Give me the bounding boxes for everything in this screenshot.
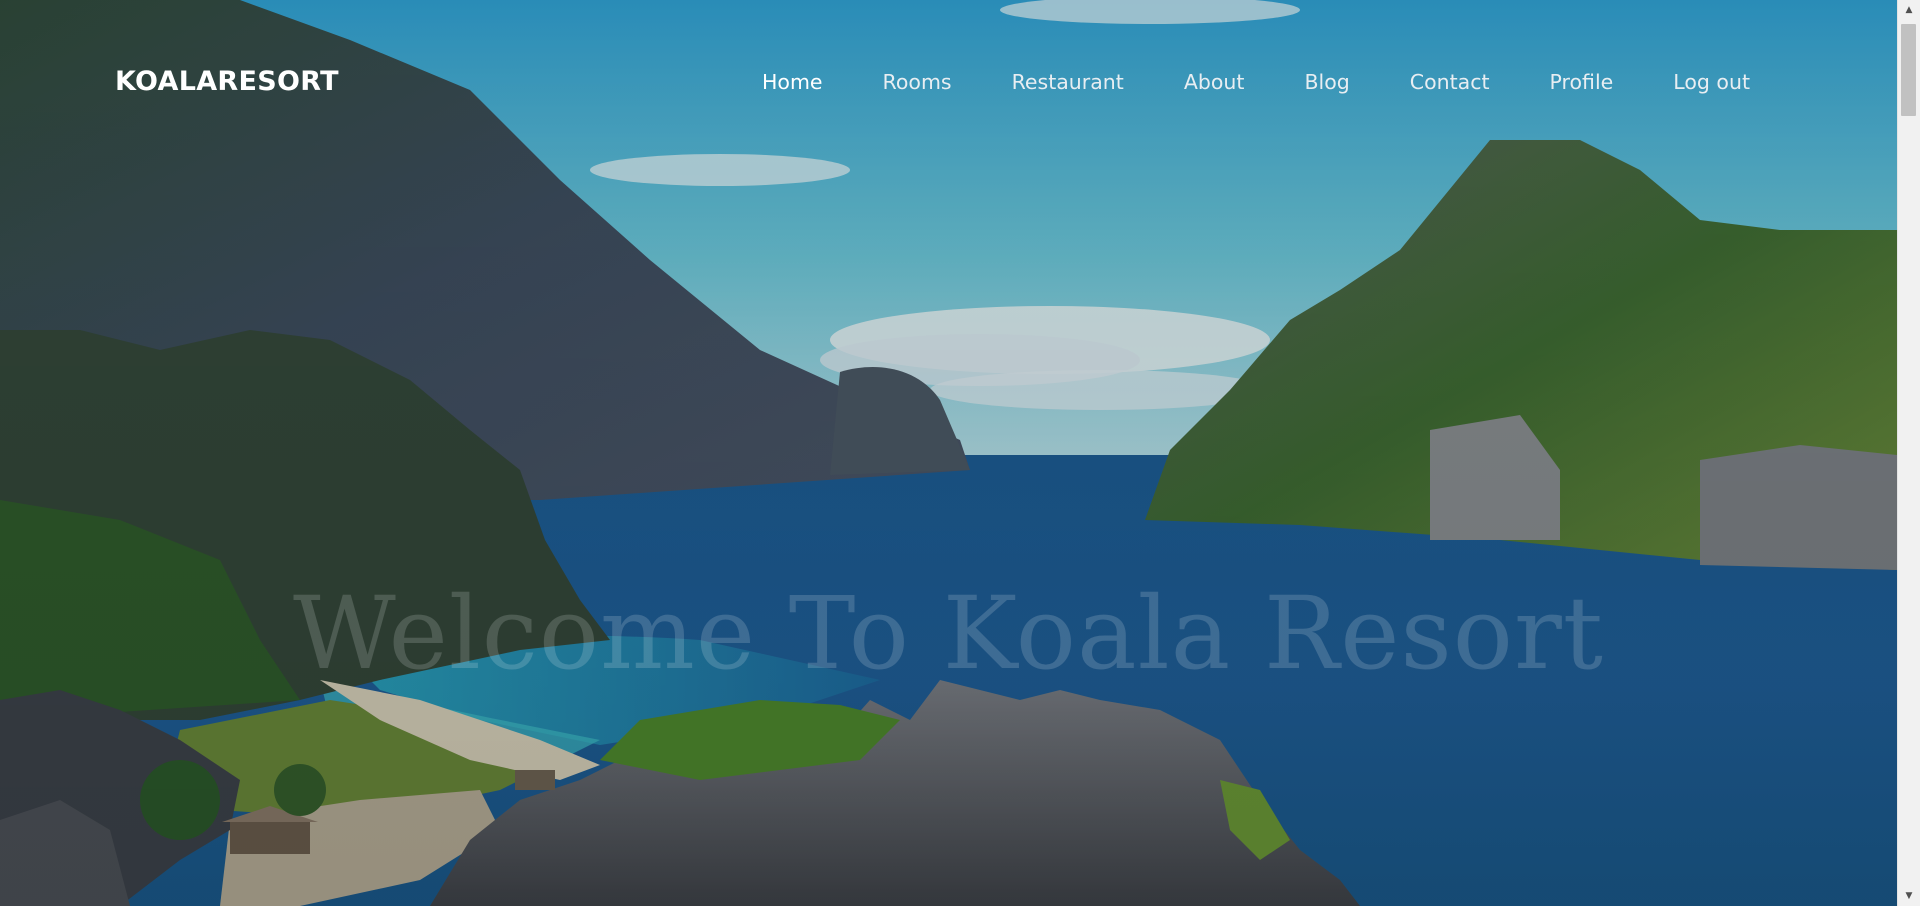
nav-item-profile[interactable]: Profile <box>1550 70 1614 94</box>
nav-item-about[interactable]: About <box>1184 70 1245 94</box>
nav-item-rooms[interactable]: Rooms <box>883 70 952 94</box>
nav-item-blog[interactable]: Blog <box>1304 70 1349 94</box>
main-nav: Home Rooms Restaurant About Blog Contact… <box>702 70 1750 94</box>
hero-title: Welcome To Koala Resort <box>293 575 1604 692</box>
triangle-down-icon: ▼ <box>1905 891 1913 901</box>
triangle-up-icon: ▲ <box>1905 5 1913 15</box>
top-navbar: KOALARESORT Home Rooms Restaurant About … <box>0 0 1897 170</box>
brand-logo[interactable]: KOALARESORT <box>115 66 339 97</box>
nav-item-contact[interactable]: Contact <box>1410 70 1490 94</box>
nav-item-restaurant[interactable]: Restaurant <box>1012 70 1124 94</box>
scroll-thumb[interactable] <box>1901 24 1916 116</box>
vertical-scrollbar[interactable]: ▲ ▼ <box>1897 0 1920 906</box>
page-viewport: Welcome To Koala Resort KOALARESORT Home… <box>0 0 1897 906</box>
nav-item-logout[interactable]: Log out <box>1673 70 1750 94</box>
scroll-down-arrow[interactable]: ▼ <box>1898 886 1920 906</box>
scroll-up-arrow[interactable]: ▲ <box>1898 0 1920 20</box>
nav-item-home[interactable]: Home <box>762 70 823 94</box>
